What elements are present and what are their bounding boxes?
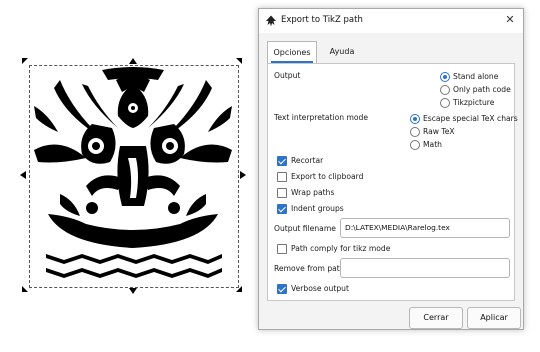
drawing-canvas[interactable]	[0, 0, 258, 352]
output-label: Output	[274, 71, 301, 80]
remove-from-path-input[interactable]	[340, 258, 510, 278]
tab-ayuda[interactable]: Ayuda	[325, 41, 359, 63]
dialog-title: Export to TikZ path	[281, 15, 363, 25]
text-mode-label: Text interpretation mode	[274, 113, 369, 122]
output-filename-label: Output filename	[274, 224, 336, 233]
scale-handle-right[interactable]	[238, 171, 246, 179]
radio-raw-tex-label: Raw TeX	[423, 127, 455, 136]
scale-handle-top[interactable]	[129, 58, 137, 66]
options-panel: Output Stand alone Only path code Tikzpi…	[267, 63, 518, 301]
radio-math-label: Math	[423, 140, 442, 149]
rotate-handle-bottom-right[interactable]	[235, 285, 243, 293]
remove-from-path-label: Remove from path	[274, 264, 345, 273]
checkbox-path-comply-label: Path comply for tikz mode	[291, 244, 391, 253]
scale-handle-bottom[interactable]	[129, 286, 137, 294]
checkbox-verbose-label: Verbose output	[291, 284, 349, 293]
radio-math[interactable]	[410, 140, 420, 150]
checkbox-recortar[interactable]	[277, 156, 287, 166]
checkbox-indent-groups-label: Indent groups	[291, 204, 344, 213]
cancel-button[interactable]: Cerrar	[409, 307, 463, 329]
radio-tikzpicture[interactable]	[440, 98, 450, 108]
radio-stand-alone[interactable]	[440, 72, 450, 82]
output-filename-input[interactable]: D:\LATEX\MEDIA\Rarelog.tex	[340, 218, 510, 238]
title-bar[interactable]: Export to TikZ path ✕	[259, 9, 523, 33]
checkbox-export-clipboard-label: Export to clipboard	[291, 172, 364, 181]
radio-only-path-code[interactable]	[440, 85, 450, 95]
radio-raw-tex[interactable]	[410, 127, 420, 137]
apply-button[interactable]: Aplicar	[467, 307, 521, 329]
tab-opciones[interactable]: Opciones	[267, 41, 317, 63]
rotate-handle-top-left[interactable]	[21, 57, 29, 65]
radio-tikzpicture-label: Tikzpicture	[453, 98, 495, 107]
checkbox-recortar-label: Recortar	[291, 156, 324, 165]
checkbox-verbose[interactable]	[277, 284, 287, 294]
checkbox-path-comply[interactable]	[277, 244, 287, 254]
export-tikz-dialog: Export to TikZ path ✕ Opciones Ayuda Out…	[258, 8, 524, 330]
radio-escape-tex[interactable]	[410, 114, 420, 124]
checkbox-wrap-paths-label: Wrap paths	[291, 188, 335, 197]
checkbox-indent-groups[interactable]	[277, 204, 287, 214]
radio-only-path-code-label: Only path code	[453, 85, 511, 94]
scale-handle-left[interactable]	[20, 171, 28, 179]
close-icon[interactable]: ✕	[503, 13, 517, 27]
checkbox-export-clipboard[interactable]	[277, 172, 287, 182]
inkscape-icon	[266, 15, 276, 27]
lotus-artwork[interactable]	[30, 66, 236, 285]
radio-escape-tex-label: Escape special TeX chars	[423, 114, 518, 123]
radio-stand-alone-label: Stand alone	[453, 72, 499, 81]
checkbox-wrap-paths[interactable]	[277, 188, 287, 198]
rotate-handle-top-right[interactable]	[235, 57, 243, 65]
rotate-handle-bottom-left[interactable]	[21, 285, 29, 293]
